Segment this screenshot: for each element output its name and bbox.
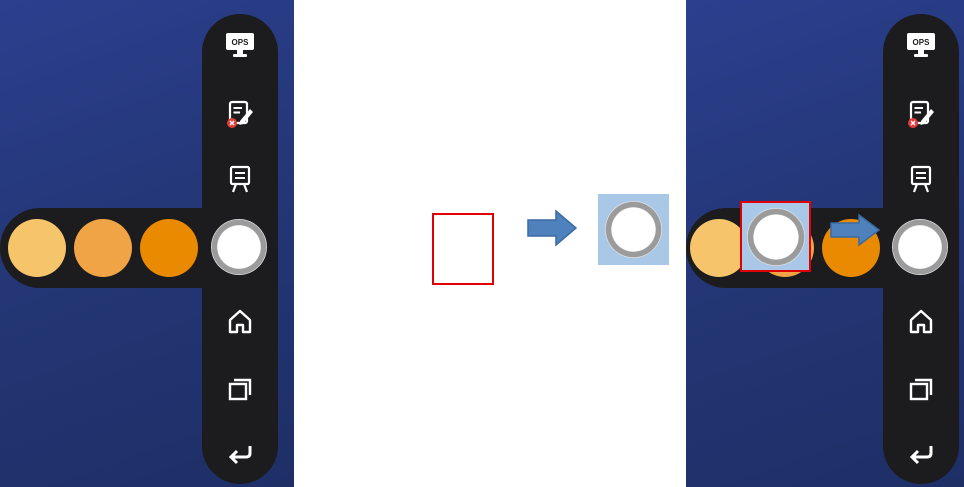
whiteboard-button[interactable]	[211, 150, 269, 208]
right-arrow-icon	[830, 213, 881, 247]
pen-button[interactable]	[892, 219, 948, 275]
empty-red-frame	[432, 213, 494, 285]
home-icon	[909, 309, 933, 334]
back-icon	[909, 446, 933, 465]
whiteboard-button[interactable]	[892, 150, 950, 208]
home-icon	[228, 309, 252, 334]
pen-button[interactable]	[211, 219, 267, 275]
highlight-frame	[740, 201, 811, 272]
annotate-icon	[227, 100, 253, 128]
color-dot-light[interactable]	[8, 219, 66, 277]
annotate-icon	[908, 100, 934, 128]
whiteboard-icon	[229, 165, 251, 193]
whiteboard-icon	[910, 165, 932, 193]
ops-button[interactable]: OPS	[211, 16, 269, 74]
back-button[interactable]	[211, 425, 269, 483]
multitask-icon	[909, 378, 933, 401]
right-panel: OPS	[686, 0, 964, 487]
ops-button[interactable]: OPS	[892, 16, 950, 74]
multitask-button[interactable]	[211, 360, 269, 418]
ops-icon: OPS	[226, 33, 254, 57]
home-button[interactable]	[211, 292, 269, 350]
color-dot-dark[interactable]	[140, 219, 198, 277]
right-arrow-icon	[527, 209, 578, 247]
zoomed-pen-button	[598, 194, 669, 265]
home-button[interactable]	[892, 292, 950, 350]
ops-icon: OPS	[907, 33, 935, 57]
ops-label: OPS	[232, 38, 250, 47]
multitask-button[interactable]	[892, 360, 950, 418]
annotate-button[interactable]	[892, 84, 950, 142]
back-button[interactable]	[892, 425, 950, 483]
ops-label: OPS	[913, 38, 931, 47]
pen-button-icon	[605, 201, 662, 258]
multitask-icon	[228, 378, 252, 401]
annotate-button[interactable]	[211, 84, 269, 142]
back-icon	[228, 446, 252, 465]
left-panel: OPS	[0, 0, 294, 487]
color-dot-medium[interactable]	[74, 219, 132, 277]
